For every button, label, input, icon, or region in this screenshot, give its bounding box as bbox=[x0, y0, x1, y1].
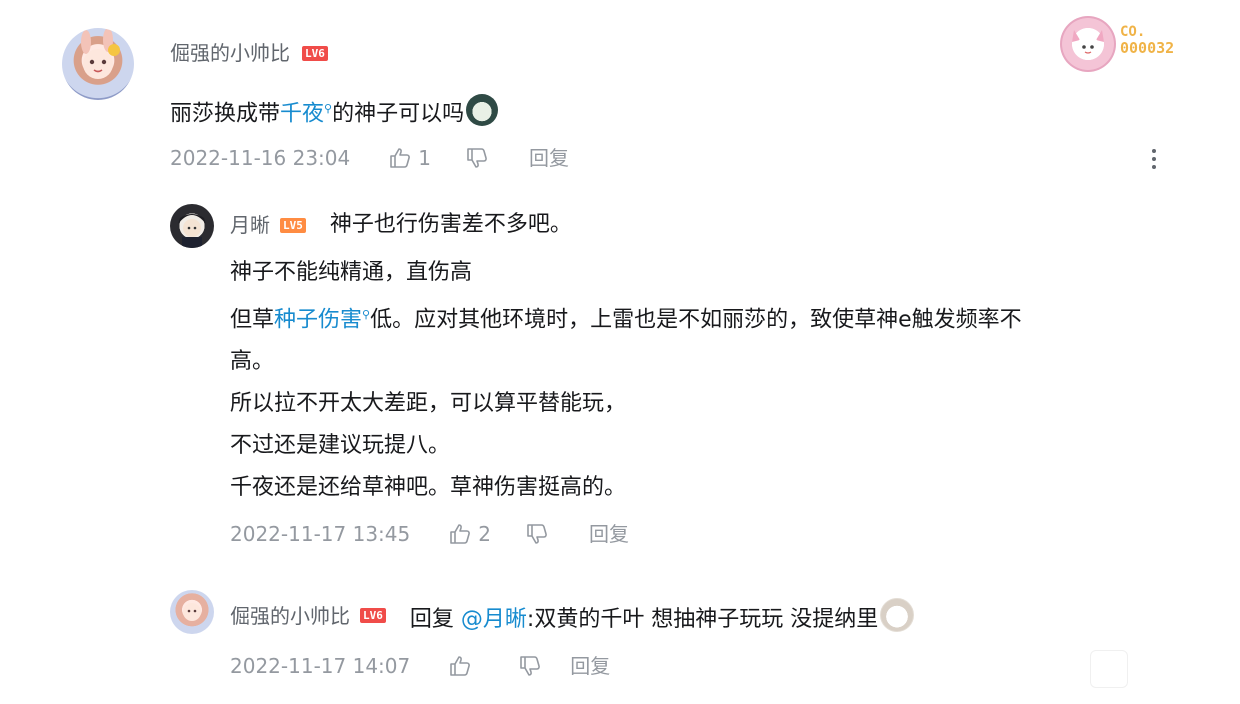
reply-line: 高。 bbox=[230, 349, 275, 375]
username[interactable]: 月晰 bbox=[230, 213, 270, 237]
thumbs-down-icon bbox=[467, 148, 487, 168]
reply-text-part: 但草 bbox=[230, 307, 275, 333]
fan-badge-number: 000032 bbox=[1120, 39, 1175, 57]
like-count: 2 bbox=[478, 522, 491, 546]
like-count: 1 bbox=[418, 146, 431, 170]
reply-body: 神子不能纯精通，直伤高 但草种子伤害⚲低。应对其他环境时，上雷也是不如丽莎的，致… bbox=[230, 252, 1022, 509]
fan-badge-label: CO. bbox=[1120, 24, 1146, 40]
like-button[interactable]: 2 bbox=[448, 522, 491, 546]
avatar-art-icon bbox=[81, 28, 120, 79]
emoji-sticker-icon bbox=[880, 598, 915, 632]
search-icon[interactable]: ⚲ bbox=[362, 308, 370, 321]
reply-text-part: :双黄的千叶 想抽神子玩玩 没提纳里 bbox=[526, 607, 879, 632]
thumbs-down-icon bbox=[520, 656, 541, 676]
search-link[interactable]: 千夜 bbox=[280, 101, 324, 126]
timestamp: 2022-11-16 23:04 bbox=[170, 146, 351, 170]
level-badge: LV6 bbox=[360, 608, 386, 623]
user-mention-link[interactable]: @月晰 bbox=[461, 607, 527, 632]
level-badge: LV5 bbox=[280, 217, 306, 233]
reply-button[interactable]: 回复 bbox=[529, 146, 569, 170]
thumbs-up-icon bbox=[450, 524, 471, 544]
reply-text: 神子也行伤害差不多吧。 bbox=[329, 212, 572, 237]
fan-badge-avatar bbox=[1060, 16, 1116, 72]
username[interactable]: 倔强的小帅比 bbox=[230, 604, 350, 628]
cat-icon bbox=[1072, 30, 1104, 60]
thumbs-up-icon bbox=[390, 148, 411, 168]
reply-line: 神子不能纯精通，直伤高 bbox=[230, 260, 473, 285]
watermark-icon bbox=[1090, 650, 1128, 688]
comment-text-part: 丽莎换成带 bbox=[170, 101, 281, 127]
reply-button[interactable]: 回复 bbox=[589, 522, 629, 546]
avatar[interactable] bbox=[170, 204, 214, 248]
reply-text-part: 低。应对其他环境时，上雷也是不如丽莎的，致使草神e触发频率不 bbox=[370, 307, 1022, 333]
dislike-button[interactable] bbox=[465, 146, 489, 170]
comment-text-part: 的神子可以吗 bbox=[332, 101, 465, 127]
username[interactable]: 倔强的小帅比 bbox=[170, 41, 290, 65]
fan-badge: CO. 000032 bbox=[1060, 16, 1200, 72]
dislike-button[interactable] bbox=[518, 654, 542, 678]
thumbs-down-icon bbox=[527, 524, 547, 544]
avatar-art-icon bbox=[183, 603, 201, 621]
timestamp: 2022-11-17 13:45 bbox=[230, 522, 411, 546]
thumbs-up-icon bbox=[450, 656, 471, 676]
timestamp: 2022-11-17 14:07 bbox=[230, 654, 411, 678]
emoji-sticker-icon bbox=[466, 94, 499, 127]
search-link[interactable]: 种子伤害 bbox=[274, 307, 362, 332]
comment-text: 丽莎换成带千夜⚲的神子可以吗 bbox=[170, 88, 499, 135]
reply-line: 千夜还是还给草神吧。草神伤害挺高的。 bbox=[230, 475, 627, 501]
dislike-button[interactable] bbox=[525, 522, 549, 546]
more-vertical-icon bbox=[1152, 149, 1156, 169]
like-button[interactable] bbox=[448, 654, 472, 678]
reply-line: 所以拉不开太大差距，可以算平替能玩， bbox=[230, 391, 627, 417]
reply-line: 不过还是建议玩提八。 bbox=[230, 433, 451, 459]
like-button[interactable]: 1 bbox=[388, 146, 431, 170]
level-badge: LV6 bbox=[302, 45, 328, 61]
avatar[interactable] bbox=[62, 28, 134, 100]
search-icon[interactable]: ⚲ bbox=[324, 102, 332, 115]
avatar[interactable] bbox=[170, 590, 214, 634]
reply-button[interactable]: 回复 bbox=[570, 654, 610, 678]
more-options-button[interactable] bbox=[1144, 146, 1164, 172]
reply-line: 但草种子伤害⚲低。应对其他环境时，上雷也是不如丽莎的，致使草神e触发频率不 bbox=[230, 294, 1022, 341]
reply-text: 回复 @月晰:双黄的千叶 想抽神子玩玩 没提纳里 bbox=[409, 598, 915, 633]
reply-prefix: 回复 bbox=[409, 607, 454, 632]
avatar-art-icon bbox=[178, 214, 206, 248]
